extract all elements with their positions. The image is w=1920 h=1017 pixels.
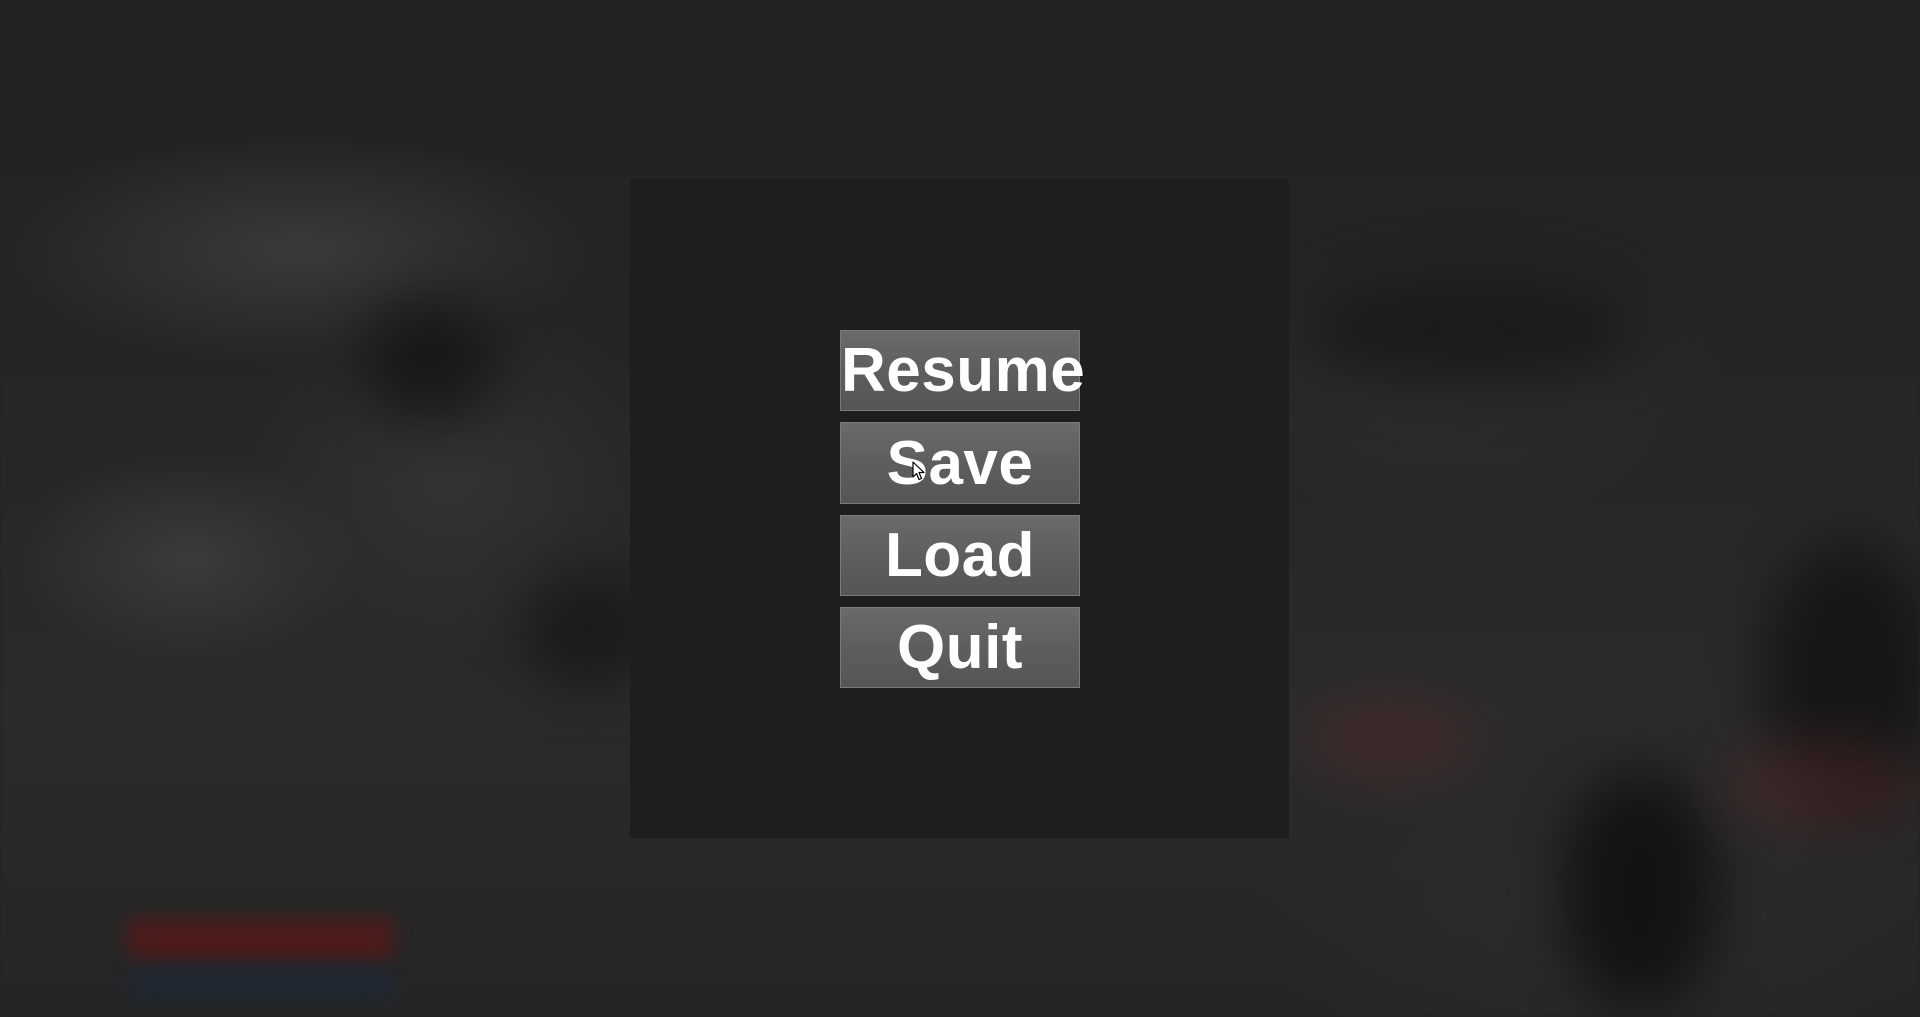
- pause-menu: Resume Save Load Quit: [840, 330, 1085, 699]
- resume-button[interactable]: Resume: [840, 330, 1085, 411]
- background-shape: [1300, 270, 1640, 390]
- background-shape: [1720, 740, 1920, 830]
- background-shape: [1300, 700, 1480, 780]
- load-button[interactable]: Load: [840, 515, 1080, 596]
- background-shape: [1560, 770, 1720, 1010]
- quit-button[interactable]: Quit: [840, 607, 1080, 688]
- background-shape: [360, 300, 500, 420]
- stamina-bar: [128, 966, 393, 1002]
- mouse-cursor-icon: [912, 461, 925, 481]
- save-button[interactable]: Save: [840, 422, 1080, 504]
- health-bar: [128, 918, 393, 960]
